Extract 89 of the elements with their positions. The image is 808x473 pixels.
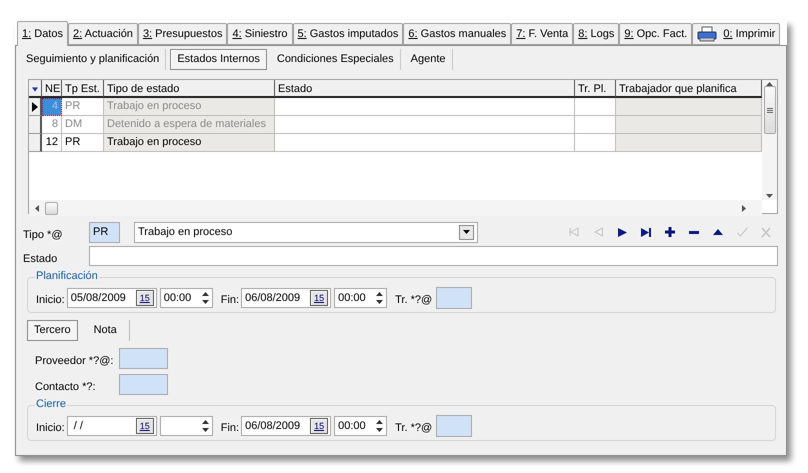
caret-icon	[463, 230, 470, 234]
tab[interactable]: 8: Logs	[573, 23, 620, 45]
vertical-scrollbar[interactable]	[762, 80, 777, 200]
spin-arrows-icon[interactable]	[200, 290, 210, 306]
grip-icon[interactable]	[766, 108, 772, 112]
row-indicator[interactable]	[29, 134, 42, 152]
time-field[interactable]	[160, 416, 213, 436]
field-label: Fin:	[220, 422, 240, 434]
table-cell: PR	[62, 134, 104, 152]
scroll-right-icon[interactable]	[742, 204, 746, 212]
field-label: Estado	[23, 252, 58, 264]
time-field[interactable]: 00:00	[334, 416, 388, 436]
input-field[interactable]	[89, 246, 778, 266]
tab[interactable]: Nota	[82, 320, 130, 340]
table-cell: 12	[42, 134, 62, 152]
group-title: Planificación	[35, 270, 99, 282]
column-header[interactable]: Tp Est.	[62, 80, 104, 98]
filter-triangle-icon[interactable]	[32, 86, 38, 92]
field-label: Fin:	[220, 294, 240, 306]
tab[interactable]: 9: Opc. Fact.	[619, 23, 692, 45]
scroll-thumb[interactable]	[45, 202, 58, 214]
calendar-button[interactable]: 15	[310, 418, 328, 434]
table-cell: 8	[42, 116, 62, 134]
field-label: Inicio:	[36, 422, 65, 434]
input-field[interactable]	[119, 348, 168, 368]
calendar-button[interactable]: 15	[136, 418, 154, 434]
field-label: Tipo *@	[23, 228, 64, 240]
time-field[interactable]: 00:00	[160, 288, 213, 308]
plus-icon	[665, 227, 675, 237]
current-row-icon	[32, 102, 38, 112]
calendar-button[interactable]: 15	[310, 290, 328, 306]
table-cell: Detenido a espera de materiales	[104, 116, 275, 134]
column-header[interactable]: Trabajador que planifica	[616, 80, 762, 98]
last-icon	[641, 228, 651, 236]
field-label: Tr. *?@	[395, 422, 432, 434]
field-label: Proveedor *?@:	[35, 354, 114, 366]
time-field[interactable]: 00:00	[334, 288, 388, 308]
column-header[interactable]: Tr. Pl.	[575, 80, 616, 98]
first-icon	[569, 227, 579, 237]
table-cell: Trabajo en proceso	[104, 98, 275, 116]
date-field[interactable]: 05/08/2009 15	[66, 288, 157, 308]
horizontal-scrollbar[interactable]	[29, 200, 762, 216]
tab[interactable]: 4: Siniestro	[227, 23, 292, 45]
scroll-down-icon[interactable]	[766, 194, 773, 198]
date-field[interactable]: 06/08/2009 15	[241, 288, 332, 308]
input-field[interactable]: PR	[89, 222, 120, 242]
tab[interactable]: Condiciones Especiales	[270, 48, 401, 70]
column-header[interactable]: Estado	[275, 80, 575, 98]
field-label: Contacto *?:	[35, 380, 97, 392]
calendar-button[interactable]: 15	[136, 290, 154, 306]
tab[interactable]: Seguimiento y planificación	[20, 48, 166, 70]
table-cell: PR	[62, 98, 104, 116]
tab[interactable]: 7: F. Venta	[511, 23, 574, 45]
group-title: Cierre	[35, 398, 67, 410]
tab[interactable]: Estados Internos	[170, 48, 267, 70]
checkmark-icon	[736, 227, 748, 237]
tab[interactable]: Tercero	[27, 320, 78, 340]
next-icon	[618, 228, 626, 236]
table-cell: Trabajo en proceso	[104, 134, 275, 152]
spin-arrows-icon[interactable]	[375, 290, 384, 306]
spin-arrows-icon[interactable]	[375, 418, 384, 434]
tab[interactable]: 0: Imprimir	[692, 23, 780, 45]
cancel-icon	[761, 226, 771, 238]
field-label: Inicio:	[36, 294, 65, 306]
input-field[interactable]	[436, 286, 472, 308]
table-cell: 4	[42, 98, 62, 116]
tab[interactable]: 3: Presupuestos	[138, 23, 228, 45]
scroll-thumb[interactable]	[764, 86, 776, 134]
table-cell: DM	[62, 116, 104, 134]
column-header[interactable]	[29, 80, 42, 98]
date-field[interactable]: / / 15	[66, 416, 157, 436]
tab[interactable]: 6: Gastos manuales	[403, 23, 512, 45]
column-header[interactable]: NE	[42, 80, 62, 98]
minus-icon	[689, 230, 699, 234]
column-header[interactable]: Tipo de estado	[104, 80, 275, 98]
date-field[interactable]: 06/08/2009 15	[241, 416, 332, 436]
dropdown[interactable]: Trabajo en proceso	[134, 222, 478, 242]
up-triangle-icon	[713, 229, 723, 235]
spin-arrows-icon[interactable]	[200, 418, 210, 434]
printer-icon	[697, 26, 718, 42]
tab[interactable]: Agente	[404, 48, 453, 70]
scroll-left-icon[interactable]	[35, 204, 39, 212]
tab[interactable]: 1: Datos	[17, 21, 68, 46]
previous-icon	[594, 227, 602, 237]
input-field[interactable]	[119, 374, 168, 394]
tab[interactable]: 2: Actuación	[68, 23, 138, 45]
field-label: Tr. *?@	[395, 294, 432, 306]
input-field[interactable]	[436, 414, 472, 436]
tab[interactable]: 5: Gastos imputados	[292, 23, 404, 45]
